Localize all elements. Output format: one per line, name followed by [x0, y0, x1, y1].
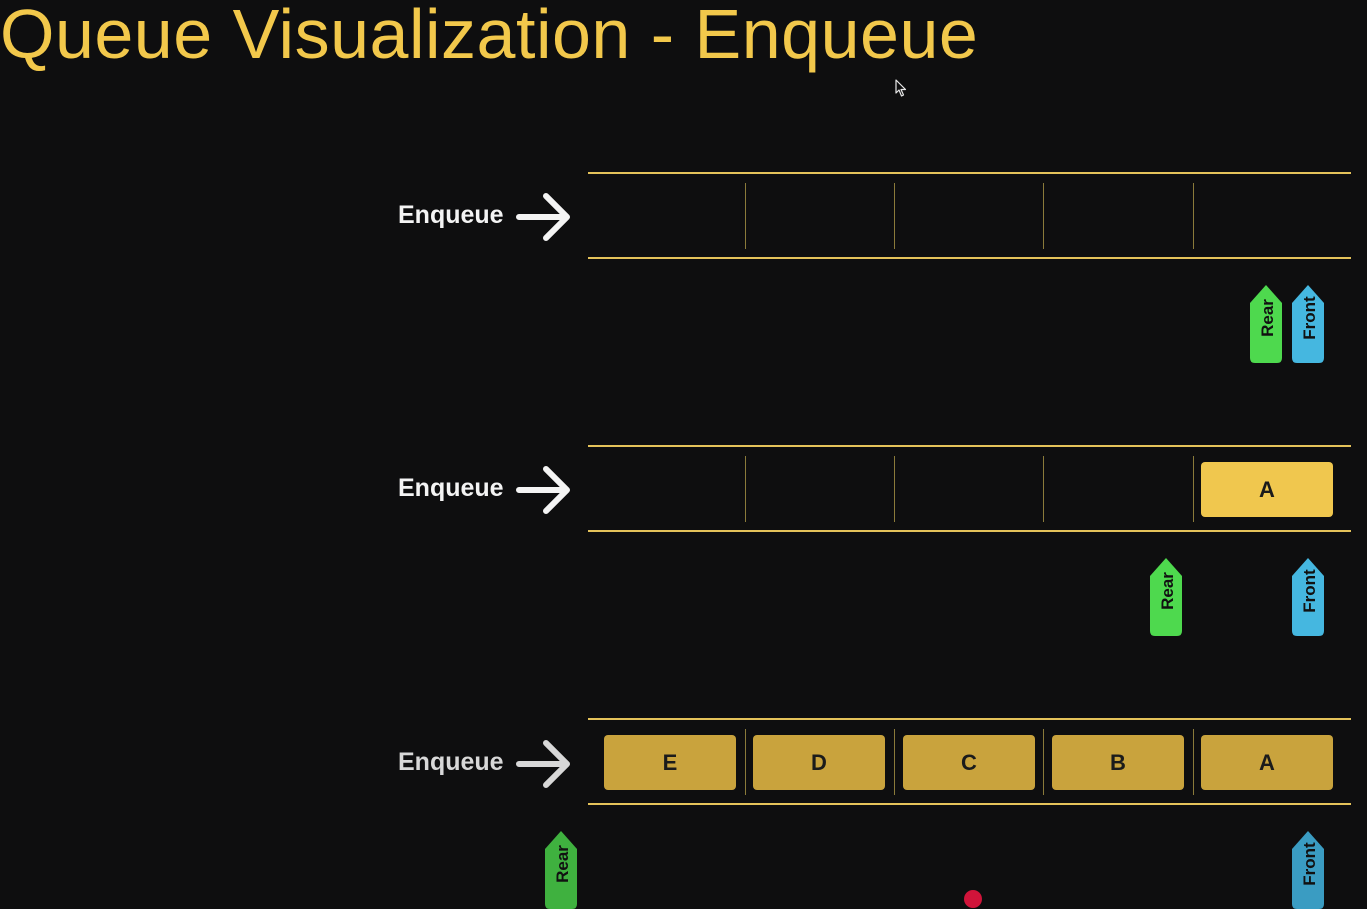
- front-pointer: Front: [1292, 831, 1324, 909]
- slot-divider: [1193, 729, 1194, 795]
- enqueue-label: Enqueue: [398, 474, 504, 502]
- front-pointer: Front: [1292, 285, 1324, 363]
- rear-pointer-label: Rear: [1158, 572, 1177, 610]
- rear-pointer: Rear: [545, 831, 577, 909]
- slot-divider: [1043, 729, 1044, 795]
- red-marker: [964, 890, 982, 908]
- rear-pointer: Rear: [1150, 558, 1182, 636]
- slot-divider: [1193, 456, 1194, 522]
- rear-pointer-label: Rear: [553, 845, 572, 883]
- arrow-right-icon: [516, 193, 570, 241]
- slot-divider: [894, 456, 895, 522]
- mouse-cursor-icon: [895, 79, 907, 97]
- queue-item-b: B: [1052, 735, 1184, 790]
- queue-container: [588, 172, 1351, 259]
- queue-container: E D C B A: [588, 718, 1351, 805]
- slot-divider: [745, 729, 746, 795]
- queue-item-c: C: [903, 735, 1035, 790]
- queue-item-a: A: [1201, 735, 1333, 790]
- slot-divider: [894, 729, 895, 795]
- arrow-right-icon: [516, 466, 570, 514]
- enqueue-label: Enqueue: [398, 201, 504, 229]
- slot-divider: [1193, 183, 1194, 249]
- front-pointer-label: Front: [1300, 842, 1319, 886]
- slot-divider: [745, 456, 746, 522]
- queue-item-e: E: [604, 735, 736, 790]
- page-title: Queue Visualization - Enqueue: [0, 0, 979, 73]
- queue-item-d: D: [753, 735, 885, 790]
- rear-pointer: Rear: [1250, 285, 1282, 363]
- rear-pointer-label: Rear: [1258, 299, 1277, 337]
- queue-item-a: A: [1201, 462, 1333, 517]
- front-pointer-label: Front: [1300, 569, 1319, 613]
- front-pointer-label: Front: [1300, 296, 1319, 340]
- slot-divider: [894, 183, 895, 249]
- slot-divider: [745, 183, 746, 249]
- arrow-right-icon: [516, 740, 570, 788]
- slot-divider: [1043, 456, 1044, 522]
- queue-container: A: [588, 445, 1351, 532]
- enqueue-label: Enqueue: [398, 748, 504, 776]
- slot-divider: [1043, 183, 1044, 249]
- front-pointer: Front: [1292, 558, 1324, 636]
